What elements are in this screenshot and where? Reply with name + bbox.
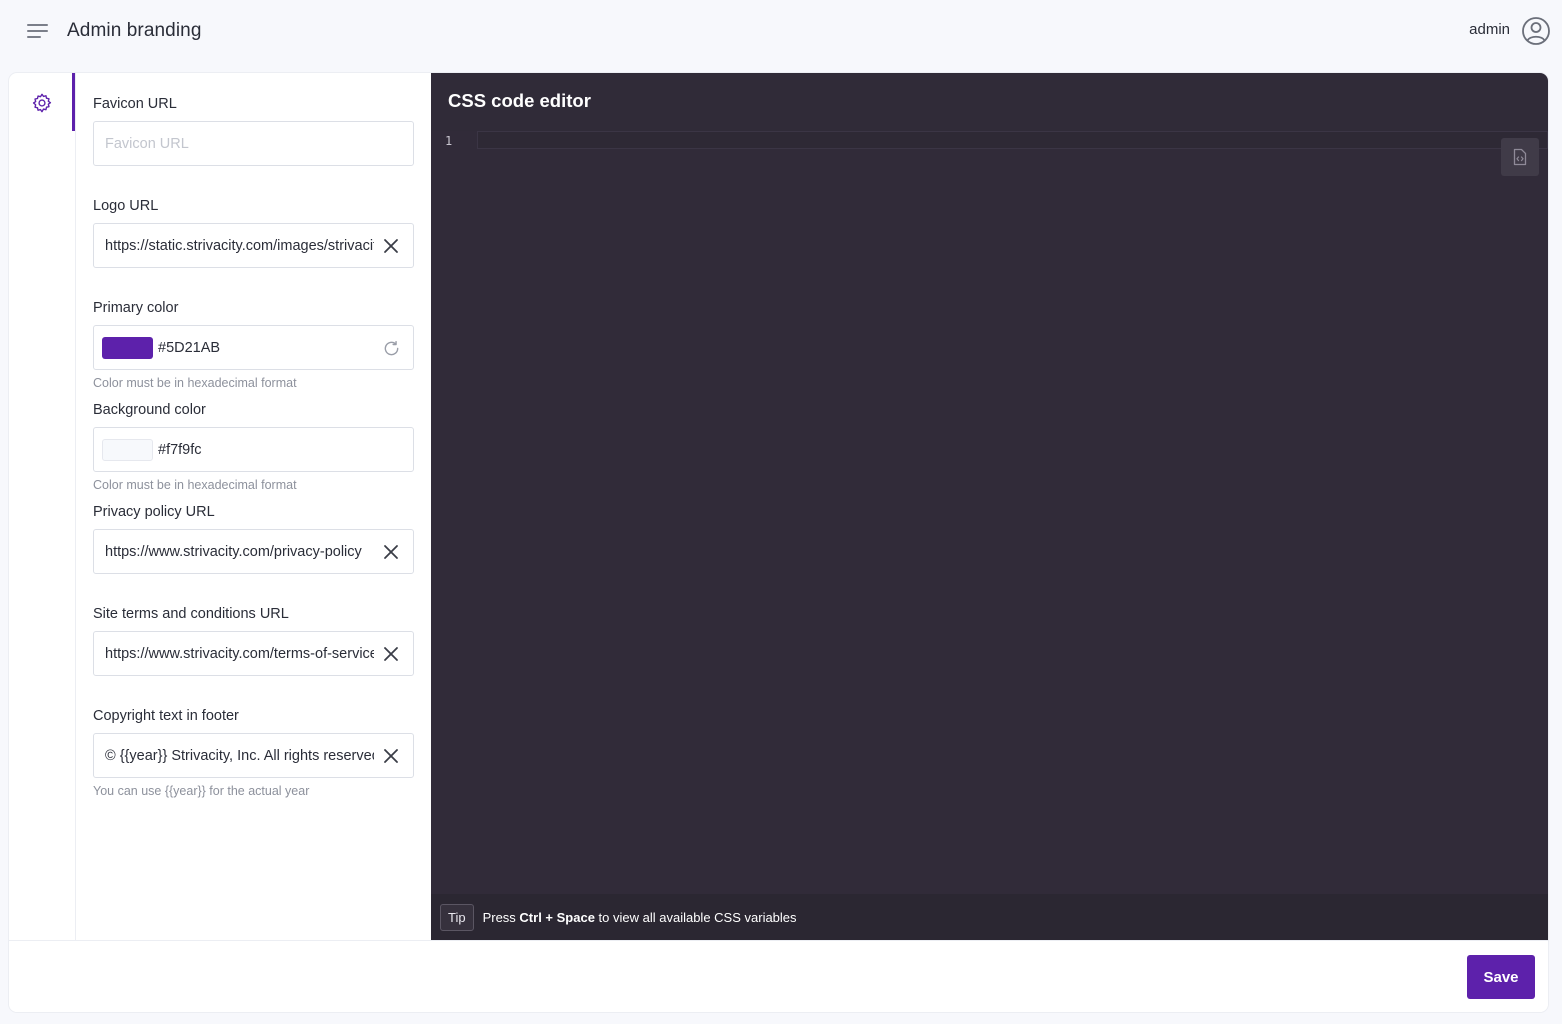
logo-field: Logo URL xyxy=(93,195,414,268)
privacy-field: Privacy policy URL xyxy=(93,501,414,574)
tip-keys: Ctrl + Space xyxy=(519,909,595,925)
terms-field: Site terms and conditions URL xyxy=(93,603,414,676)
logo-input[interactable] xyxy=(94,224,374,267)
background-color-swatch[interactable] xyxy=(102,438,153,461)
background-color-input-box[interactable]: #f7f9fc xyxy=(93,427,414,472)
favicon-input-box xyxy=(93,121,414,166)
menu-icon[interactable] xyxy=(26,20,50,42)
css-code-editor: CSS code editor 1 Tip Press Ctrl + Space… xyxy=(431,73,1548,940)
footer-bar: Save xyxy=(9,940,1548,1012)
active-line[interactable] xyxy=(477,131,1548,149)
favicon-label: Favicon URL xyxy=(93,96,177,112)
side-nav xyxy=(9,73,76,940)
gear-icon[interactable] xyxy=(31,92,53,114)
terms-input-box xyxy=(93,631,414,676)
clear-icon[interactable] xyxy=(383,646,399,662)
favicon-input[interactable] xyxy=(94,122,374,165)
clear-icon[interactable] xyxy=(383,238,399,254)
clear-icon[interactable] xyxy=(383,544,399,560)
logo-label: Logo URL xyxy=(93,198,159,214)
code-area[interactable]: 1 xyxy=(431,131,1548,894)
top-bar: Admin branding admin xyxy=(0,0,1562,62)
tip-text: Press Ctrl + Space to view all available… xyxy=(483,910,797,925)
editor-title: CSS code editor xyxy=(448,90,591,111)
user-icon[interactable] xyxy=(1521,16,1551,46)
user-name[interactable]: admin xyxy=(1469,21,1510,38)
save-button[interactable]: Save xyxy=(1467,955,1535,999)
primary-color-input-box[interactable]: #5D21AB xyxy=(93,325,414,370)
page-title: Admin branding xyxy=(67,20,202,41)
primary-color-hint: Color must be in hexadecimal format xyxy=(93,376,297,390)
copyright-label: Copyright text in footer xyxy=(93,708,239,724)
primary-color-field: Primary color #5D21AB Color must be in h… xyxy=(93,297,414,391)
privacy-label: Privacy policy URL xyxy=(93,504,215,520)
terms-label: Site terms and conditions URL xyxy=(93,606,289,622)
primary-color-value[interactable]: #5D21AB xyxy=(158,340,220,356)
copyright-field: Copyright text in footer You can use {{y… xyxy=(93,705,414,799)
terms-input[interactable] xyxy=(94,632,374,675)
branding-card: Favicon URL Logo URL Primary color #5D21… xyxy=(9,73,1548,1012)
copyright-input[interactable] xyxy=(94,734,374,777)
format-code-icon xyxy=(1513,148,1527,166)
primary-color-label: Primary color xyxy=(93,300,179,316)
branding-form: Favicon URL Logo URL Primary color #5D21… xyxy=(76,73,431,940)
copyright-input-box xyxy=(93,733,414,778)
background-color-hint: Color must be in hexadecimal format xyxy=(93,478,297,492)
copyright-hint: You can use {{year}} for the actual year xyxy=(93,784,310,798)
tip-text-post: to view all available CSS variables xyxy=(594,909,797,925)
active-indicator xyxy=(72,73,75,131)
reset-icon[interactable] xyxy=(382,339,401,358)
clear-icon[interactable] xyxy=(383,748,399,764)
line-number: 1 xyxy=(445,134,453,148)
tip-bar: Tip Press Ctrl + Space to view all avail… xyxy=(431,894,1548,940)
favicon-field: Favicon URL xyxy=(93,93,414,166)
background-color-field: Background color #f7f9fc Color must be i… xyxy=(93,399,414,493)
privacy-input[interactable] xyxy=(94,530,374,573)
tip-text-pre: Press xyxy=(482,909,520,925)
privacy-input-box xyxy=(93,529,414,574)
background-color-label: Background color xyxy=(93,402,206,418)
format-code-button[interactable] xyxy=(1501,138,1539,176)
primary-color-swatch[interactable] xyxy=(102,336,153,359)
logo-input-box xyxy=(93,223,414,268)
background-color-value[interactable]: #f7f9fc xyxy=(158,442,202,458)
tip-badge: Tip xyxy=(440,903,474,931)
